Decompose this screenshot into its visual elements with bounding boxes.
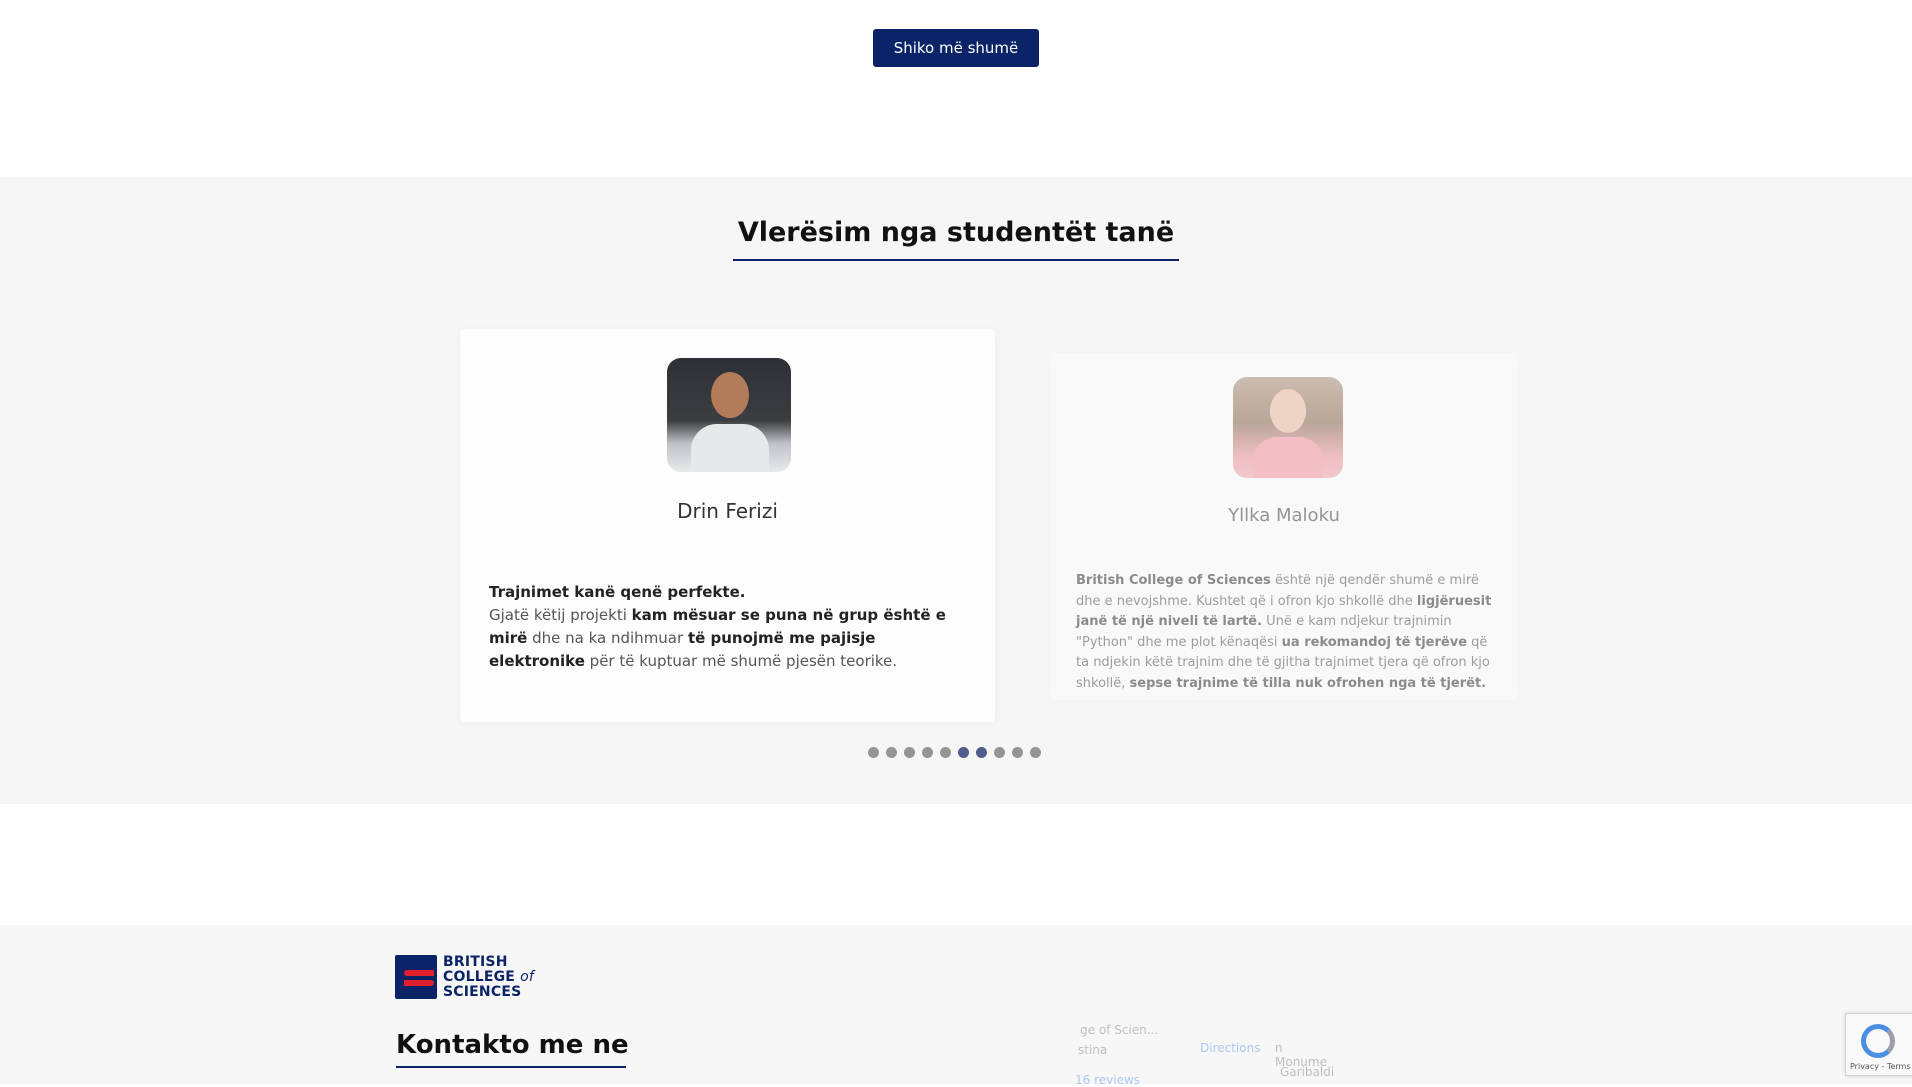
logo-text: BRITISH COLLEGE of SCIENCES — [443, 954, 535, 1000]
recaptcha-badge[interactable]: Privacy - Terms — [1845, 1013, 1912, 1076]
carousel-dots — [868, 747, 1041, 761]
testimonial-quote: Trajnimet kanë qenë perfekte. Gjatë këtij… — [489, 583, 946, 670]
map-directions-link[interactable]: Directions — [1200, 1041, 1260, 1055]
top-section: Shiko më shumë — [0, 0, 1912, 177]
carousel-dot[interactable] — [1012, 747, 1023, 758]
carousel-dot[interactable] — [886, 747, 897, 758]
testimonial-quote: British College of Sciences është një qe… — [1076, 573, 1492, 691]
student-photo — [1233, 377, 1343, 478]
contact-underline — [396, 1066, 626, 1068]
title-underline — [733, 259, 1179, 261]
student-name: Drin Ferizi — [677, 499, 778, 523]
carousel-dot[interactable] — [958, 747, 969, 758]
contact-title: Kontakto me ne — [396, 1030, 629, 1060]
college-logo[interactable]: BRITISH COLLEGE of SCIENCES — [395, 955, 545, 1003]
footer: BRITISH COLLEGE of SCIENCES Kontakto me … — [0, 925, 1912, 1087]
student-name: Yllka Maloku — [1228, 505, 1340, 526]
carousel-dot[interactable] — [922, 747, 933, 758]
map-reviews-link[interactable]: 16 reviews — [1075, 1073, 1140, 1087]
carousel-dot[interactable] — [994, 747, 1005, 758]
map-city: stina — [1078, 1043, 1108, 1057]
testimonial-card-next[interactable]: Yllka Maloku British College of Sciences… — [1051, 353, 1517, 700]
recaptcha-links[interactable]: Privacy - Terms — [1850, 1062, 1911, 1071]
carousel-dot[interactable] — [1030, 747, 1041, 758]
recaptcha-icon — [1861, 1024, 1895, 1058]
testimonials-title: Vlerësim nga studentët tanë — [737, 217, 1175, 248]
student-photo — [667, 358, 791, 472]
carousel-dot[interactable] — [904, 747, 915, 758]
carousel-dot[interactable] — [976, 747, 987, 758]
map-embed[interactable]: ge of Scien... stina Directions 16 revie… — [1050, 1013, 1334, 1087]
map-place-name: ge of Scien... — [1080, 1023, 1159, 1037]
carousel-dot[interactable] — [868, 747, 879, 758]
logo-mark-icon — [395, 955, 437, 999]
map-street: Garibaldi — [1280, 1065, 1335, 1079]
carousel-dot[interactable] — [940, 747, 951, 758]
testimonials-section: Vlerësim nga studentët tanë Drin Ferizi … — [0, 177, 1912, 804]
testimonial-card-active: Drin Ferizi Trajnimet kanë qenë perfekte… — [460, 329, 995, 722]
see-more-button[interactable]: Shiko më shumë — [873, 29, 1039, 67]
